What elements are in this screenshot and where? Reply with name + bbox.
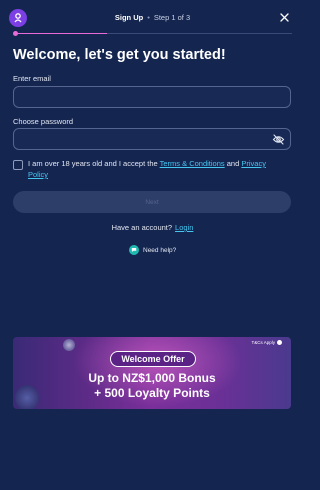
age-terms-checkbox[interactable] [13,160,23,170]
terms-and: and [226,159,240,168]
eye-off-icon[interactable] [272,133,285,146]
progress-fill [15,33,108,34]
have-account-text: Have an account? [111,223,173,232]
close-icon [279,12,289,22]
page-title: Welcome, let's get you started! [13,47,226,63]
welcome-offer-banner[interactable]: T&Cs Apply Welcome Offer Up to NZ$1,000 … [13,337,291,409]
signup-page: Sign Up • Step 1 of 3 Welcome, let's get y… [0,0,305,490]
password-field[interactable] [14,129,290,150]
login-prompt: Have an account? Login [0,223,305,232]
progress-bar [15,33,292,34]
info-icon [277,340,282,345]
terms-text: I am over 18 years old and I accept the … [28,158,288,180]
next-button[interactable]: Next [13,191,291,213]
chat-icon [129,245,139,255]
banner-decoration [63,339,75,351]
progress-dot [13,31,18,36]
welcome-offer-badge: Welcome Offer [110,351,196,367]
loyalty-headline: + 500 Loyalty Points [94,386,210,400]
tcs-apply-label: T&Cs Apply [251,340,275,345]
password-field-wrapper [13,128,291,150]
email-label: Enter email [13,74,51,83]
login-link[interactable]: Login [175,223,193,232]
need-help-button[interactable]: Need help? [129,244,176,256]
header-separator: • [147,13,150,22]
header: Sign Up • Step 1 of 3 [0,0,305,34]
terms-prefix: I am over 18 years old and I accept the [28,159,158,168]
close-button[interactable] [277,10,291,24]
header-step-label: Step 1 of 3 [153,13,191,22]
password-label: Choose password [13,117,74,126]
header-title: Sign Up • Step 1 of 3 [0,13,305,22]
need-help-label: Need help? [143,246,177,254]
tcs-apply[interactable]: T&Cs Apply [251,340,282,345]
email-field-wrapper [13,86,291,108]
terms-link[interactable]: Terms & Conditions [160,159,225,168]
bonus-headline: Up to NZ$1,000 Bonus [88,371,216,385]
header-signup-label: Sign Up [114,13,144,22]
email-field[interactable] [14,87,290,108]
